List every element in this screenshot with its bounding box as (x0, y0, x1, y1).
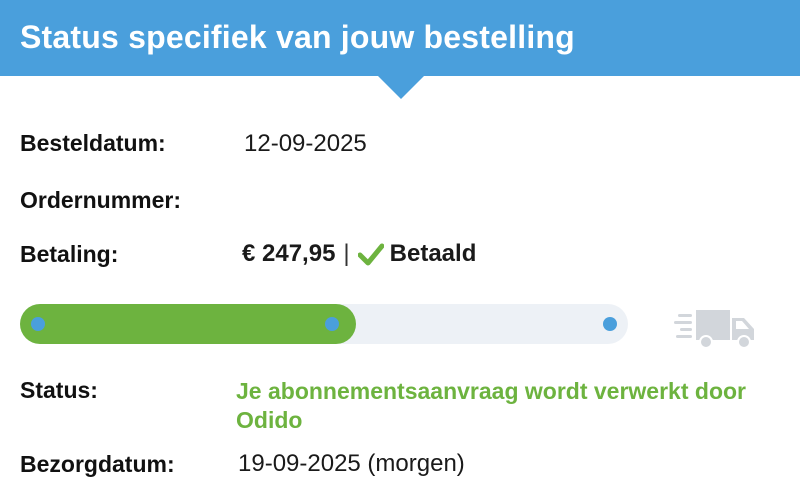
progress-fill (20, 304, 356, 344)
checkmark-icon (357, 242, 385, 266)
payment-label: Betaling: (20, 241, 119, 267)
page-title: Status specifiek van jouw bestelling (20, 19, 575, 55)
order-number-label: Ordernummer: (20, 187, 182, 213)
payment-status: Betaald (389, 240, 477, 267)
progress-step-3 (603, 317, 617, 331)
delivery-date-value: 19-09-2025 (morgen) (238, 450, 465, 477)
page-header: Status specifiek van jouw bestelling (0, 0, 800, 76)
status-label: Status: (20, 377, 98, 403)
progress-step-2 (325, 317, 339, 331)
order-date-label: Besteldatum: (20, 130, 166, 156)
status-value: Je abonnementsaanvraag wordt verwerkt do… (236, 378, 746, 433)
order-date-value: 12-09-2025 (244, 130, 367, 157)
delivery-truck-icon (672, 302, 760, 350)
payment-separator: | (343, 240, 350, 267)
header-pointer (377, 75, 425, 99)
order-progress-bar (20, 304, 628, 344)
delivery-date-label: Bezorgdatum: (20, 451, 175, 477)
payment-value: € 247,95 | Betaald (242, 240, 476, 268)
payment-amount: € 247,95 (242, 240, 336, 267)
progress-step-1 (31, 317, 45, 331)
